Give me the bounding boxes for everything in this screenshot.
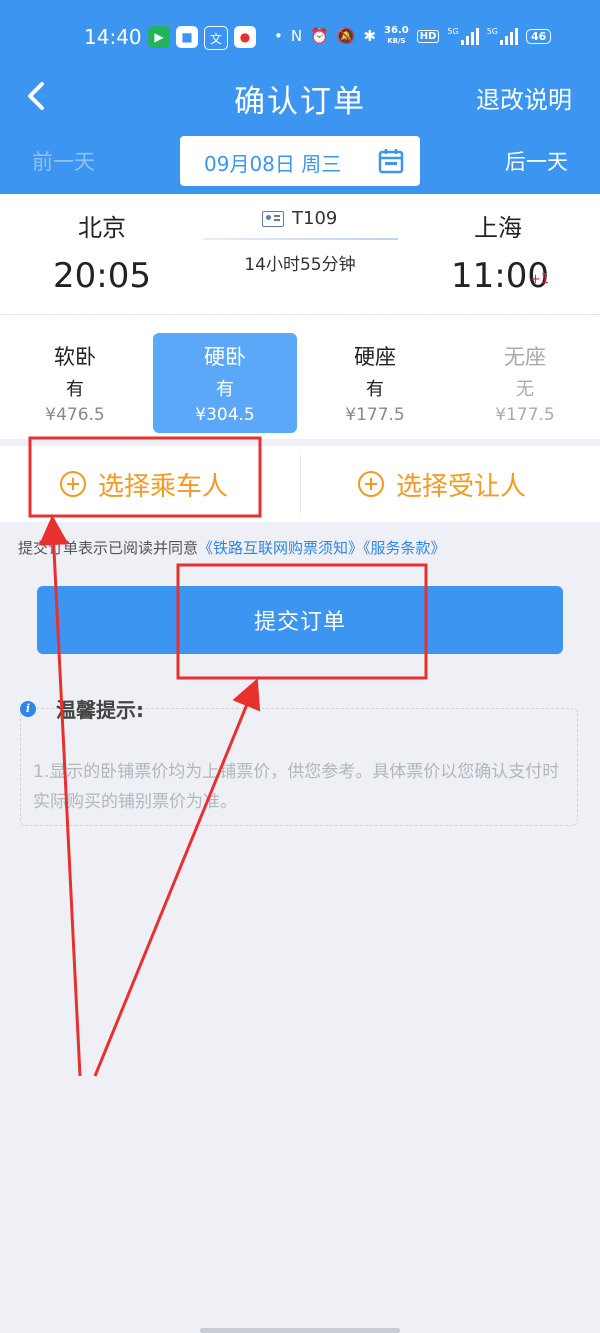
from-station: 北京 — [78, 214, 126, 242]
ticket-rules-link[interactable]: 《铁路互联网购票须知》 — [198, 539, 363, 557]
system-icons: • N ⏰ 🔕 ✱ 36.0 KB/S HD 5G 5G 46 — [274, 26, 552, 46]
seat-availability: 有 — [66, 379, 84, 400]
terms-link[interactable]: 《服务条款》 — [363, 539, 446, 557]
next-day-button[interactable]: 后一天 — [505, 146, 568, 176]
choose-passenger-button[interactable]: 选择乘车人 — [60, 446, 228, 522]
calendar-icon — [378, 149, 404, 174]
seat-type-selector: 软卧 有 ¥476.5 硬卧 有 ¥304.5 硬座 有 ¥177.5 无座 无… — [0, 315, 600, 439]
seat-name: 硬卧 — [204, 345, 246, 369]
battery-icon: 46 — [526, 28, 552, 44]
seat-price: ¥304.5 — [195, 405, 255, 425]
seat-name: 无座 — [504, 345, 546, 369]
location-app-icon: ● — [234, 26, 256, 48]
bell-off-icon: 🔕 — [336, 27, 356, 45]
tips-title: 温馨提示: — [56, 698, 144, 722]
bluetooth-icon: ✱ — [363, 27, 377, 45]
agreement-notice: 提交订单表示已阅读并同意《铁路互联网购票须知》《服务条款》 — [18, 537, 446, 558]
train-number-label: T109 — [292, 208, 338, 229]
info-icon: i — [20, 700, 36, 717]
seat-availability: 有 — [216, 379, 234, 400]
seat-option-hard-sleeper[interactable]: 硬卧 有 ¥304.5 — [153, 333, 297, 433]
signal-bar — [500, 40, 503, 45]
choose-passenger-label: 选择乘车人 — [98, 471, 229, 502]
train-card-icon — [262, 210, 284, 227]
navigation-bar: 确认订单 退改说明 — [0, 70, 600, 122]
submit-order-button[interactable]: 提交订单 — [37, 586, 563, 654]
signal-bar — [465, 36, 469, 45]
status-time: 14:40 — [84, 25, 142, 49]
signal-bar — [505, 36, 508, 45]
seat-name: 软卧 — [54, 345, 96, 369]
signal-bar — [510, 32, 513, 45]
seat-option-no-seat[interactable]: 无座 无 ¥177.5 — [453, 333, 597, 433]
net-speed-unit: KB/S — [387, 37, 406, 45]
hd-badge: HD — [416, 29, 440, 43]
passenger-selection-row: 选择乘车人 选择受让人 — [0, 446, 600, 522]
signal-bar — [515, 28, 518, 45]
signal-icon-2: 5G — [487, 27, 518, 45]
video-app-icon: ▶ — [148, 26, 170, 48]
seat-price: ¥476.5 — [45, 405, 105, 425]
plus-circle-icon — [358, 471, 384, 497]
signal-1-label: 5G — [447, 27, 459, 36]
seat-option-hard-seat[interactable]: 硬座 有 ¥177.5 — [303, 333, 447, 433]
signal-2-label: 5G — [486, 27, 498, 36]
nfc-icon: N — [290, 27, 303, 45]
departure-time: 20:05 — [53, 256, 151, 296]
arrival-day-offset: +1 — [530, 272, 550, 287]
choose-beneficiary-button[interactable]: 选择受让人 — [358, 446, 526, 522]
travel-duration: 14小时55分钟 — [244, 255, 356, 275]
prev-day-button[interactable]: 前一天 — [32, 146, 95, 176]
route-arrow — [203, 238, 398, 240]
seat-name: 硬座 — [354, 345, 396, 369]
train-info-card: 北京 T109 14小时55分钟 上海 20:05 11:00 +1 — [0, 194, 600, 314]
alarm-icon: ⏰ — [310, 27, 329, 45]
date-bar: 前一天 09月08日 周三 后一天 — [0, 134, 600, 186]
signal-bar — [460, 40, 464, 45]
signal-bar — [470, 32, 474, 45]
seat-option-soft-sleeper[interactable]: 软卧 有 ¥476.5 — [3, 333, 147, 433]
date-text: 09月08日 周三 — [204, 152, 342, 176]
translate-app-icon: 文 — [204, 26, 228, 50]
cloud-app-icon: ■ — [176, 26, 198, 48]
divider — [300, 454, 301, 514]
tips-box: 1.显示的卧铺票价均为上铺票价，供您参考。具体票价以您确认支付时实际购买的铺别票… — [20, 708, 578, 826]
signal-bar — [475, 28, 479, 45]
status-bar: 14:40 ▶ ■ 文 ● • N ⏰ 🔕 ✱ 36.0 KB/S HD 5G … — [0, 22, 600, 56]
choose-beneficiary-label: 选择受让人 — [396, 471, 527, 502]
train-number[interactable]: T109 — [262, 208, 337, 229]
seat-price: ¥177.5 — [345, 405, 405, 425]
tips-content: 1.显示的卧铺票价均为上铺票价，供您参考。具体票价以您确认支付时实际购买的铺别票… — [33, 762, 560, 812]
seat-availability: 有 — [366, 379, 384, 400]
seat-price: ¥177.5 — [495, 405, 555, 425]
notification-icons: ▶ ■ 文 ● — [148, 26, 256, 50]
plus-circle-icon — [60, 471, 86, 497]
home-indicator[interactable] — [200, 1328, 400, 1333]
seat-availability: 无 — [516, 379, 534, 400]
app-header: 14:40 ▶ ■ 文 ● • N ⏰ 🔕 ✱ 36.0 KB/S HD 5G … — [0, 0, 600, 194]
signal-icon-1: 5G — [447, 27, 479, 45]
net-speed-value: 36.0 — [384, 25, 409, 36]
refund-rules-link[interactable]: 退改说明 — [476, 80, 572, 115]
tips-header: i 温馨提示: — [20, 694, 144, 723]
net-speed: 36.0 KB/S — [384, 26, 409, 46]
agreement-text: 提交订单表示已阅读并同意 — [18, 539, 199, 557]
date-picker[interactable]: 09月08日 周三 — [180, 136, 420, 186]
to-station: 上海 — [474, 214, 522, 242]
dot-icon: • — [274, 27, 283, 45]
